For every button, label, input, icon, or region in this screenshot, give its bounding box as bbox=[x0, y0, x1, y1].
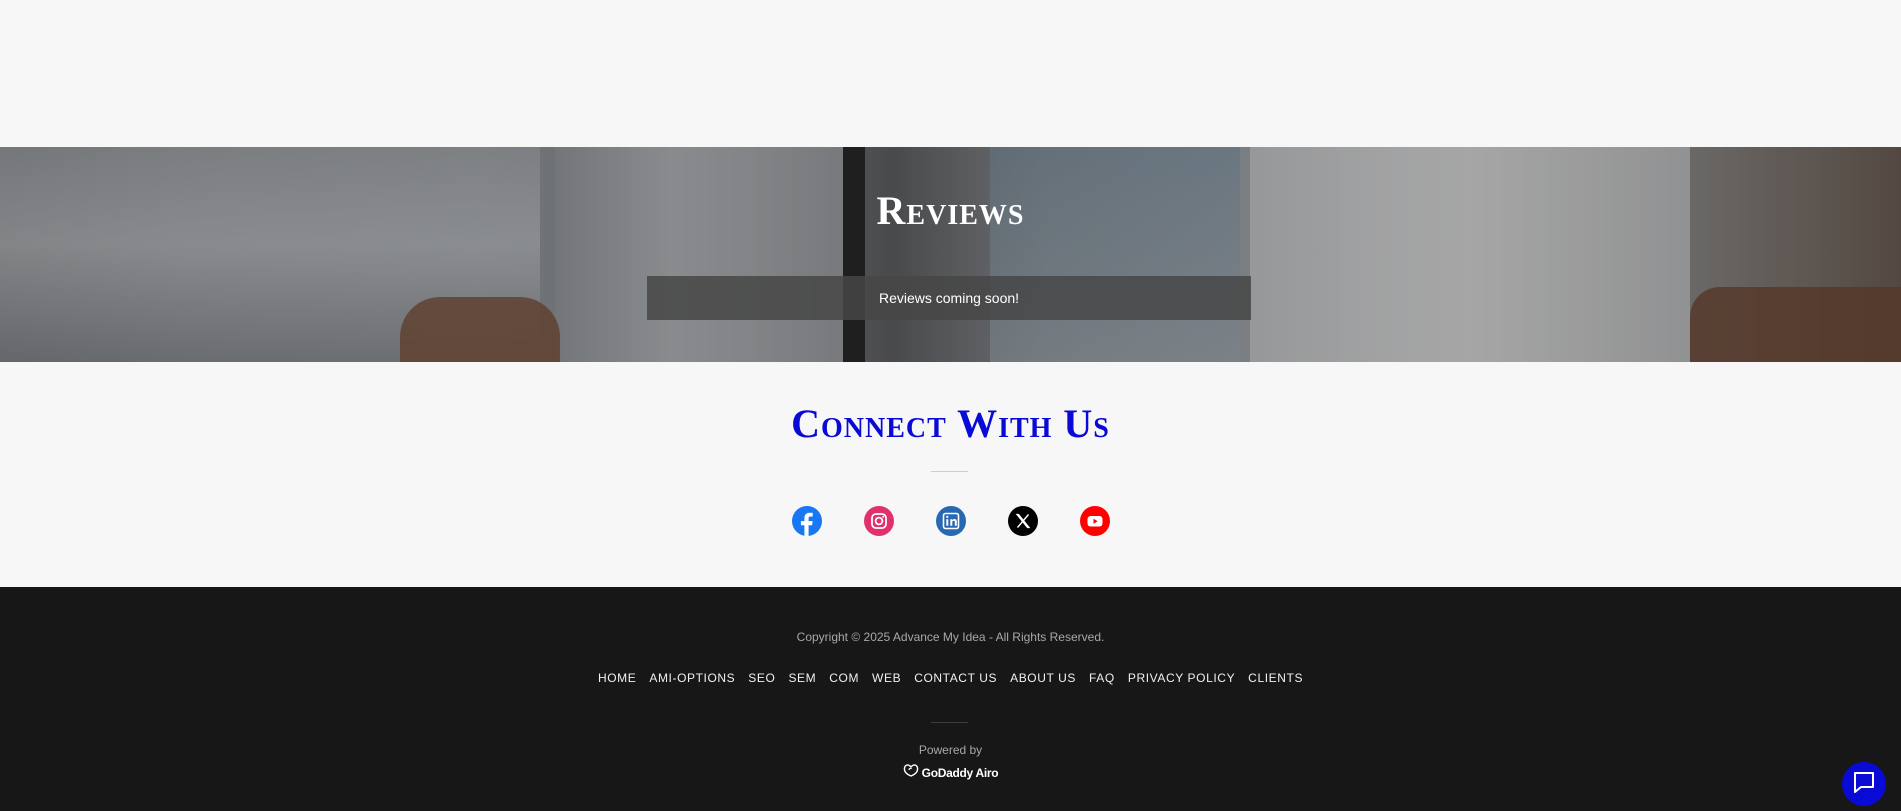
instagram-icon[interactable] bbox=[863, 506, 894, 536]
social-links bbox=[0, 506, 1901, 536]
x-icon[interactable] bbox=[1007, 506, 1038, 536]
footer-nav: HOME AMI-OPTIONS SEO SEM COM WEB CONTACT… bbox=[0, 671, 1901, 685]
footer-link-seo[interactable]: SEO bbox=[748, 671, 775, 685]
footer-link-clients[interactable]: CLIENTS bbox=[1248, 671, 1303, 685]
copyright-text: Copyright © 2025 Advance My Idea - All R… bbox=[796, 630, 1105, 644]
footer-link-com[interactable]: COM bbox=[829, 671, 859, 685]
footer-link-web[interactable]: WEB bbox=[872, 671, 901, 685]
reviews-section: Reviews Reviews coming soon! bbox=[0, 147, 1901, 362]
brand-name: GoDaddy Airo bbox=[921, 765, 999, 780]
chat-icon bbox=[1851, 769, 1877, 800]
footer-divider bbox=[931, 722, 968, 723]
connect-heading: Connect With Us bbox=[791, 401, 1110, 446]
connect-divider bbox=[931, 471, 968, 472]
footer-link-about-us[interactable]: ABOUT US bbox=[1010, 671, 1076, 685]
reviews-message-box: Reviews coming soon! bbox=[647, 276, 1251, 320]
powered-by-text: Powered by bbox=[918, 743, 983, 757]
footer-link-home[interactable]: HOME bbox=[598, 671, 636, 685]
background-overlay bbox=[0, 147, 1901, 362]
reviews-message: Reviews coming soon! bbox=[878, 290, 1020, 306]
footer: Copyright © 2025 Advance My Idea - All R… bbox=[0, 587, 1901, 811]
godaddy-airo-link[interactable]: GoDaddy Airo bbox=[0, 763, 1901, 782]
footer-link-privacy-policy[interactable]: PRIVACY POLICY bbox=[1128, 671, 1235, 685]
godaddy-logo-icon bbox=[903, 763, 919, 782]
linkedin-icon[interactable] bbox=[935, 506, 966, 536]
connect-section: Connect With Us bbox=[0, 362, 1901, 587]
footer-link-contact-us[interactable]: CONTACT US bbox=[914, 671, 997, 685]
footer-link-ami-options[interactable]: AMI-OPTIONS bbox=[649, 671, 735, 685]
chat-button[interactable] bbox=[1842, 762, 1886, 806]
footer-link-sem[interactable]: SEM bbox=[788, 671, 816, 685]
top-blank-area bbox=[0, 0, 1901, 147]
reviews-heading: Reviews bbox=[876, 188, 1025, 233]
footer-link-faq[interactable]: FAQ bbox=[1089, 671, 1115, 685]
youtube-icon[interactable] bbox=[1079, 506, 1110, 536]
facebook-icon[interactable] bbox=[791, 506, 822, 536]
